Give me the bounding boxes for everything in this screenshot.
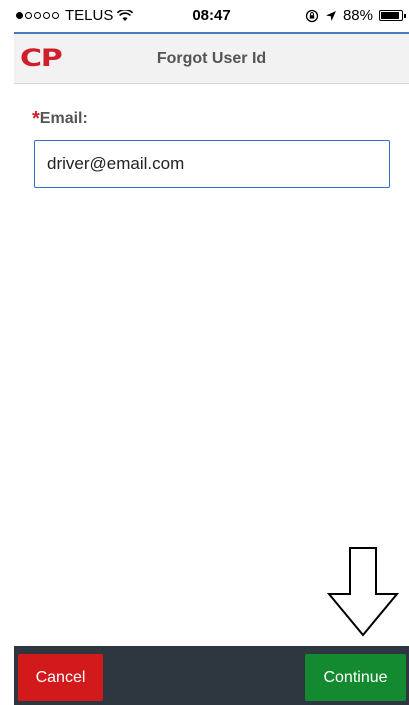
battery-icon bbox=[379, 10, 406, 21]
battery-percent: 88% bbox=[342, 7, 373, 24]
location-arrow-icon bbox=[325, 10, 336, 21]
status-right: 88% bbox=[305, 7, 406, 24]
bottom-action-bar: Cancel Continue bbox=[14, 646, 409, 705]
email-field[interactable] bbox=[34, 140, 390, 188]
continue-button[interactable]: Continue bbox=[305, 654, 406, 701]
email-label-text: Email: bbox=[39, 110, 88, 127]
phone-screen: TELUS 08:47 88% CP Forgot User Id *Email… bbox=[14, 0, 409, 705]
page-title: Forgot User Id bbox=[156, 50, 267, 67]
required-asterisk: * bbox=[32, 108, 40, 130]
status-bar: TELUS 08:47 88% bbox=[14, 0, 409, 32]
cancel-button[interactable]: Cancel bbox=[18, 654, 103, 701]
app-header: CP Forgot User Id bbox=[14, 32, 409, 84]
down-arrow-annotation-icon bbox=[326, 547, 400, 637]
orientation-lock-icon bbox=[305, 9, 319, 22]
email-label: *Email: bbox=[32, 108, 88, 131]
